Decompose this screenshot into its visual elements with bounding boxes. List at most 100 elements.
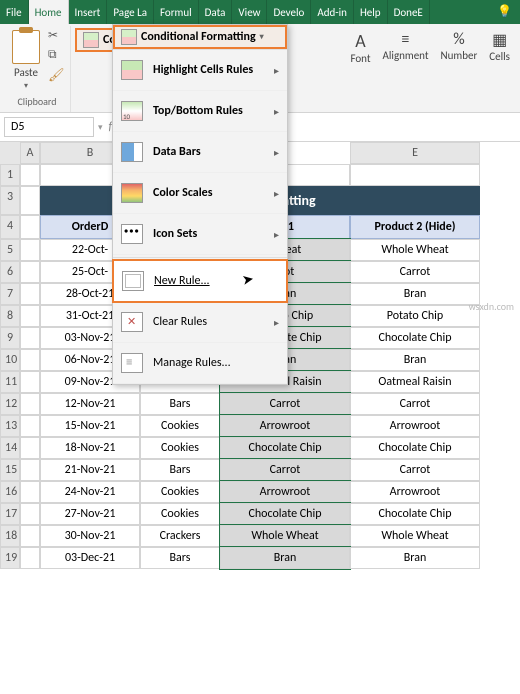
cell[interactable]: Oatmeal Raisin (350, 371, 480, 393)
cell[interactable]: Bars (140, 459, 220, 481)
cell[interactable]: Carrot (350, 261, 480, 283)
cell[interactable]: Crackers (140, 525, 220, 547)
cell[interactable]: Cookies (140, 415, 220, 437)
cell[interactable]: Chocolate Chip (350, 437, 480, 459)
cell[interactable] (20, 261, 40, 283)
cell[interactable] (20, 327, 40, 349)
cell[interactable]: Bran (350, 349, 480, 371)
menu-new-rule[interactable]: New Rule... (112, 259, 288, 303)
cell[interactable] (20, 215, 40, 239)
menu-top-bottom-rules[interactable]: Top/Bottom Rules (113, 91, 287, 132)
cell[interactable]: Bran (350, 547, 480, 569)
cell[interactable]: 18-Nov-21 (40, 437, 140, 459)
cell[interactable]: Bars (140, 393, 220, 415)
cell[interactable] (20, 305, 40, 327)
row-header[interactable]: 16 (0, 481, 20, 503)
cell[interactable] (20, 393, 40, 415)
col-product2[interactable]: Product 2 (Hide) (350, 215, 480, 239)
cell[interactable] (20, 186, 40, 215)
cell[interactable]: Arrowroot (220, 415, 350, 437)
cell[interactable] (20, 481, 40, 503)
menu-icon-sets[interactable]: Icon Sets (113, 214, 287, 255)
row-header[interactable]: 17 (0, 503, 20, 525)
cell[interactable]: Arrowroot (350, 415, 480, 437)
row-header[interactable]: 6 (0, 261, 20, 283)
cell[interactable]: Potato Chip (350, 305, 480, 327)
cell[interactable]: 03-Dec-21 (40, 547, 140, 569)
format-painter-icon[interactable] (48, 68, 66, 84)
cell[interactable]: Carrot (220, 393, 350, 415)
name-box[interactable]: D5 (4, 117, 94, 137)
menu-highlight-cells-rules[interactable]: Highlight Cells Rules (113, 50, 287, 91)
row-header[interactable]: 15 (0, 459, 20, 481)
tab-help[interactable]: Help (354, 0, 388, 24)
tab-view[interactable]: View (232, 0, 267, 24)
cell[interactable]: Arrowroot (350, 481, 480, 503)
cell[interactable]: 21-Nov-21 (40, 459, 140, 481)
cell[interactable]: Bran (350, 283, 480, 305)
row-header[interactable]: 9 (0, 327, 20, 349)
cells-group[interactable]: ▦Cells (483, 26, 516, 67)
row-header[interactable]: 1 (0, 164, 20, 186)
alignment-group[interactable]: ≡Alignment (377, 26, 435, 66)
cell[interactable] (20, 459, 40, 481)
cell[interactable] (20, 503, 40, 525)
cell[interactable] (20, 349, 40, 371)
cell[interactable] (20, 239, 40, 261)
cell[interactable] (20, 415, 40, 437)
font-group[interactable]: AFont (344, 26, 376, 69)
menu-color-scales[interactable]: Color Scales (113, 173, 287, 214)
tab-developer[interactable]: Develo (267, 0, 311, 24)
row-header[interactable]: 3 (0, 186, 20, 215)
row-header[interactable]: 19 (0, 547, 20, 569)
row-header[interactable]: 4 (0, 215, 20, 239)
copy-icon[interactable] (48, 48, 66, 64)
tab-formulas[interactable]: Formul (154, 0, 199, 24)
cell[interactable]: Carrot (350, 459, 480, 481)
cut-icon[interactable] (48, 28, 66, 44)
cell[interactable] (20, 283, 40, 305)
row-header[interactable]: 5 (0, 239, 20, 261)
cell[interactable]: Whole Wheat (350, 525, 480, 547)
row-header[interactable]: 18 (0, 525, 20, 547)
cell[interactable] (20, 164, 40, 186)
cell[interactable]: 27-Nov-21 (40, 503, 140, 525)
cell[interactable]: 24-Nov-21 (40, 481, 140, 503)
row-header[interactable]: 11 (0, 371, 20, 393)
menu-manage-rules[interactable]: Manage Rules... (113, 343, 287, 384)
tab-addins[interactable]: Add-in (311, 0, 354, 24)
menu-data-bars[interactable]: Data Bars (113, 132, 287, 173)
cell[interactable]: Chocolate Chip (220, 437, 350, 459)
col-header-e[interactable]: E (350, 142, 480, 164)
select-all-corner[interactable] (0, 142, 20, 164)
tab-doneex[interactable]: DoneE (388, 0, 430, 24)
row-header[interactable]: 7 (0, 283, 20, 305)
tab-insert[interactable]: Insert (69, 0, 108, 24)
cell[interactable]: Cookies (140, 437, 220, 459)
cell[interactable]: 30-Nov-21 (40, 525, 140, 547)
cell[interactable]: Bran (220, 547, 350, 569)
cell[interactable]: 15-Nov-21 (40, 415, 140, 437)
tab-file[interactable]: File (0, 0, 29, 24)
row-header[interactable]: 14 (0, 437, 20, 459)
cell[interactable]: Chocolate Chip (350, 327, 480, 349)
tab-home[interactable]: Home (29, 0, 69, 24)
cell[interactable]: Bars (140, 547, 220, 569)
cell[interactable]: Chocolate Chip (350, 503, 480, 525)
cell[interactable]: Cookies (140, 481, 220, 503)
cell[interactable] (20, 547, 40, 569)
cell[interactable] (20, 525, 40, 547)
number-group[interactable]: %Number (435, 26, 484, 66)
cell[interactable] (20, 371, 40, 393)
row-header[interactable]: 12 (0, 393, 20, 415)
cell[interactable] (350, 164, 480, 186)
row-header[interactable]: 10 (0, 349, 20, 371)
cell[interactable]: Arrowroot (220, 481, 350, 503)
row-header[interactable]: 13 (0, 415, 20, 437)
menu-clear-rules[interactable]: Clear Rules (113, 302, 287, 343)
cell[interactable]: Whole Wheat (350, 239, 480, 261)
cell[interactable]: Cookies (140, 503, 220, 525)
cell[interactable] (20, 437, 40, 459)
row-header[interactable]: 8 (0, 305, 20, 327)
cell[interactable]: Carrot (220, 459, 350, 481)
